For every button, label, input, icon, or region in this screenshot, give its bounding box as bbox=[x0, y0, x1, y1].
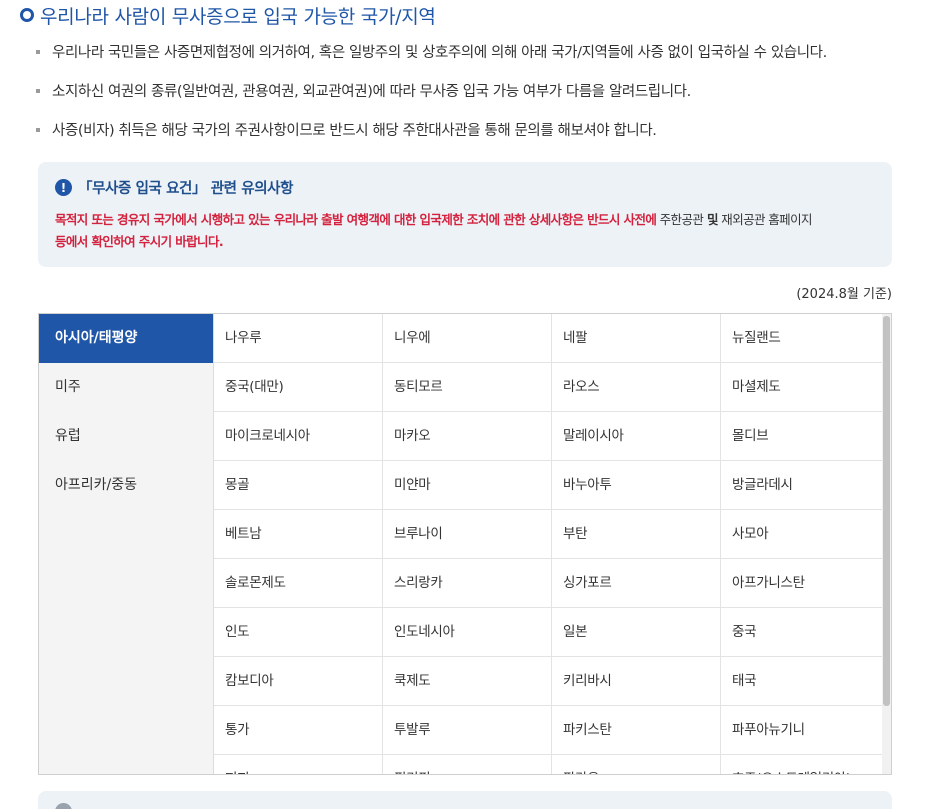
country-cell[interactable]: 마이크로네시아 bbox=[214, 412, 383, 460]
country-cell[interactable]: 쿡제도 bbox=[383, 657, 552, 705]
country-cell[interactable]: 키리바시 bbox=[552, 657, 721, 705]
notice-box: ! 「무사증 입국 요건」 관련 유의사항 목적지 또는 경유지 국가에서 시행… bbox=[38, 162, 892, 267]
country-cell[interactable]: 캄보디아 bbox=[214, 657, 383, 705]
notice-warning-text: 목적지 또는 경유지 국가에서 시행하고 있는 우리나라 출발 여행객에 대한 … bbox=[55, 212, 657, 227]
basis-date: (2024.8월 기준) bbox=[796, 287, 892, 302]
tab-europe[interactable]: 유럽 bbox=[39, 412, 213, 461]
table-row: 중국(대만) 동티모르 라오스 마셜제도 bbox=[214, 363, 884, 412]
secondary-notice-box bbox=[38, 791, 892, 809]
table-scrollbar[interactable] bbox=[882, 314, 891, 774]
country-cell[interactable]: 태국 bbox=[721, 657, 884, 705]
square-bullet-icon bbox=[36, 50, 40, 54]
circle-bullet-icon bbox=[20, 8, 34, 22]
country-table[interactable]: 아시아/태평양 미주 유럽 아프리카/중동 나우루 니우에 네팔 뉴질랜드 중국(대만)… bbox=[38, 313, 892, 775]
country-cell[interactable]: 브루나이 bbox=[383, 510, 552, 558]
table-row: 인도 인도네시아 일본 중국 bbox=[214, 608, 884, 657]
country-cell[interactable]: 아프가니스탄 bbox=[721, 559, 884, 607]
table-row: 캄보디아 쿡제도 키리바시 태국 bbox=[214, 657, 884, 706]
embassy-link[interactable]: 주한공관 bbox=[656, 212, 704, 227]
country-cell[interactable]: 중국 bbox=[721, 608, 884, 656]
country-grid: 나우루 니우에 네팔 뉴질랜드 중국(대만) 동티모르 라오스 마셜제도 마이크로네시아 마카오 말… bbox=[214, 314, 884, 774]
info-text: 우리나라 국민들은 사증면제협정에 의거하여, 혹은 일방주의 및 상호주의에 … bbox=[52, 45, 827, 61]
notice-and-text: 및 bbox=[703, 212, 718, 227]
country-cell[interactable]: 피지 bbox=[214, 755, 383, 774]
country-cell[interactable]: 나우루 bbox=[214, 314, 383, 362]
info-text: 소지하신 여권의 종류(일반여권, 관용여권, 외교관여권)에 따라 무사증 입… bbox=[52, 84, 691, 100]
info-icon bbox=[55, 803, 72, 809]
country-cell[interactable]: 통가 bbox=[214, 706, 383, 754]
info-text: 사증(비자) 취득은 해당 국가의 주권사항이므로 반드시 해당 주한대사관을 … bbox=[52, 123, 657, 139]
info-list: 우리나라 국민들은 사증면제협정에 의거하여, 혹은 일방주의 및 상호주의에 … bbox=[36, 40, 916, 157]
notice-body: 목적지 또는 경유지 국가에서 시행하고 있는 우리나라 출발 여행객에 대한 … bbox=[55, 209, 875, 253]
tab-asia-pacific[interactable]: 아시아/태평양 bbox=[39, 314, 213, 363]
country-cell[interactable]: 몽골 bbox=[214, 461, 383, 509]
country-cell[interactable]: 필리핀 bbox=[383, 755, 552, 774]
info-item: 사증(비자) 취득은 해당 국가의 주권사항이므로 반드시 해당 주한대사관을 … bbox=[36, 118, 916, 157]
country-cell[interactable]: 팔라우 bbox=[552, 755, 721, 774]
country-cell[interactable]: 투발루 bbox=[383, 706, 552, 754]
square-bullet-icon bbox=[36, 128, 40, 132]
square-bullet-icon bbox=[36, 89, 40, 93]
country-cell[interactable]: 라오스 bbox=[552, 363, 721, 411]
country-cell[interactable]: 마셜제도 bbox=[721, 363, 884, 411]
page-title: 우리나라 사람이 무사증으로 입국 가능한 국가/지역 bbox=[40, 5, 436, 28]
country-cell[interactable]: 사모아 bbox=[721, 510, 884, 558]
country-cell[interactable]: 니우에 bbox=[383, 314, 552, 362]
country-cell[interactable]: 몰디브 bbox=[721, 412, 884, 460]
table-row: 통가 투발루 파키스탄 파푸아뉴기니 bbox=[214, 706, 884, 755]
table-row: 몽골 미얀마 바누아투 방글라데시 bbox=[214, 461, 884, 510]
country-cell[interactable]: 동티모르 bbox=[383, 363, 552, 411]
country-cell[interactable]: 중국(대만) bbox=[214, 363, 383, 411]
section-title: 우리나라 사람이 무사증으로 입국 가능한 국가/지역 bbox=[20, 2, 436, 28]
country-cell[interactable]: 마카오 bbox=[383, 412, 552, 460]
scrollbar-thumb[interactable] bbox=[883, 316, 890, 706]
country-cell[interactable]: 뉴질랜드 bbox=[721, 314, 884, 362]
table-row: 솔로몬제도 스리랑카 싱가포르 아프가니스탄 bbox=[214, 559, 884, 608]
country-cell[interactable]: 인도네시아 bbox=[383, 608, 552, 656]
tab-africa-middle-east[interactable]: 아프리카/중동 bbox=[39, 461, 213, 510]
country-cell[interactable]: 말레이시아 bbox=[552, 412, 721, 460]
country-cell[interactable]: 부탄 bbox=[552, 510, 721, 558]
notice-warning-text-2: 등에서 확인하여 주시기 바랍니다. bbox=[55, 234, 224, 249]
country-cell[interactable]: 솔로몬제도 bbox=[214, 559, 383, 607]
country-cell[interactable]: 베트남 bbox=[214, 510, 383, 558]
overseas-mission-link[interactable]: 재외공관 홈페이지 bbox=[718, 212, 812, 227]
country-cell[interactable]: 스리랑카 bbox=[383, 559, 552, 607]
country-cell[interactable]: 싱가포르 bbox=[552, 559, 721, 607]
country-cell[interactable]: 방글라데시 bbox=[721, 461, 884, 509]
table-row: 베트남 브루나이 부탄 사모아 bbox=[214, 510, 884, 559]
country-cell[interactable]: 인도 bbox=[214, 608, 383, 656]
region-tabs: 아시아/태평양 미주 유럽 아프리카/중동 bbox=[39, 314, 214, 774]
country-cell[interactable]: 파키스탄 bbox=[552, 706, 721, 754]
country-cell[interactable]: 호주(오스트레일리아) bbox=[721, 755, 884, 774]
info-item: 소지하신 여권의 종류(일반여권, 관용여권, 외교관여권)에 따라 무사증 입… bbox=[36, 79, 916, 118]
info-item: 우리나라 국민들은 사증면제협정에 의거하여, 혹은 일방주의 및 상호주의에 … bbox=[36, 40, 916, 79]
country-cell[interactable]: 미얀마 bbox=[383, 461, 552, 509]
table-row: 피지필리핀팔라우호주(오스트레일리아) bbox=[214, 755, 884, 774]
country-cell[interactable]: 네팔 bbox=[552, 314, 721, 362]
tab-americas[interactable]: 미주 bbox=[39, 363, 213, 412]
notice-title: 「무사증 입국 요건」 관련 유의사항 bbox=[78, 181, 294, 197]
country-cell[interactable]: 파푸아뉴기니 bbox=[721, 706, 884, 754]
table-row: 마이크로네시아 마카오 말레이시아 몰디브 bbox=[214, 412, 884, 461]
notice-header: ! 「무사증 입국 요건」 관련 유의사항 bbox=[55, 177, 293, 198]
country-cell[interactable]: 바누아투 bbox=[552, 461, 721, 509]
exclamation-icon: ! bbox=[55, 179, 72, 196]
country-cell[interactable]: 일본 bbox=[552, 608, 721, 656]
table-row: 나우루 니우에 네팔 뉴질랜드 bbox=[214, 314, 884, 363]
